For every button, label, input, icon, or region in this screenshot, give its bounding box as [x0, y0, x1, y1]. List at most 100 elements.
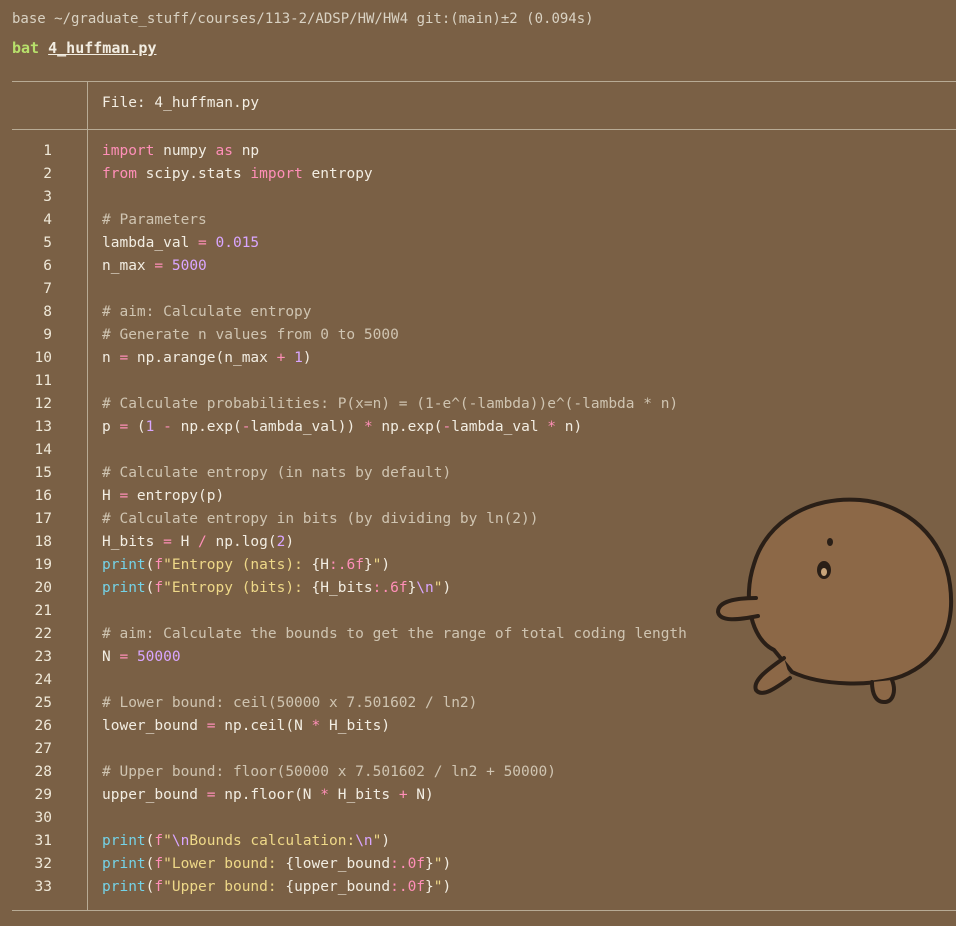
- line-number: 6: [43, 258, 52, 274]
- code-token: np.floor(N: [215, 787, 321, 803]
- code-line: 25 # Lower bound: ceil(50000 x 7.501602 /…: [0, 692, 956, 715]
- code-token: as: [215, 143, 233, 159]
- code-text: lower_bound = np.ceil(N * H_bits): [102, 715, 390, 738]
- top-border: [12, 81, 956, 82]
- code-token: lambda_val: [102, 235, 199, 251]
- code-token: lower_bound: [102, 718, 207, 734]
- code-text: # Lower bound: ceil(50000 x 7.501602 / l…: [102, 692, 477, 715]
- code-token: ): [302, 350, 312, 366]
- line-number: 33: [34, 879, 52, 895]
- code-line: 12 # Calculate probabilities: P(x=n) = (1…: [0, 393, 956, 416]
- code-token: \n: [171, 833, 190, 849]
- line-number: 16: [34, 488, 52, 504]
- code-token: *: [320, 787, 329, 803]
- code-line: 24: [0, 669, 956, 692]
- code-token: upper_bound: [102, 787, 207, 803]
- code-token: +: [398, 787, 408, 803]
- code-token: np.ceil(N: [215, 718, 312, 734]
- line-number: 3: [43, 189, 52, 205]
- code-view[interactable]: 1 import numpy as np 2 from scipy.stats imp…: [0, 140, 956, 899]
- code-token: {H_bits: [311, 580, 373, 596]
- line-number: 11: [34, 373, 52, 389]
- line-number: 8: [43, 304, 52, 320]
- code-token: scipy.stats: [136, 166, 251, 182]
- code-token: =: [206, 787, 216, 803]
- code-token: *: [547, 419, 557, 435]
- code-token: H: [171, 534, 199, 550]
- code-token: 0.015: [215, 235, 260, 251]
- code-token: *: [363, 419, 373, 435]
- code-token: -: [163, 419, 172, 435]
- code-line: 29 upper_bound = np.floor(N * H_bits + N): [0, 784, 956, 807]
- code-token: =: [154, 258, 164, 274]
- code-line: 23 N = 50000: [0, 646, 956, 669]
- code-line: 21: [0, 600, 956, 623]
- code-token: ": [163, 833, 172, 849]
- code-token: import: [250, 166, 303, 182]
- line-number: 2: [43, 166, 52, 182]
- code-text: # Parameters: [102, 209, 207, 232]
- code-text: # aim: Calculate entropy: [102, 301, 312, 324]
- shell-prompt: base ~/graduate_stuff/courses/113-2/ADSP…: [12, 11, 594, 27]
- code-line: 4 # Parameters: [0, 209, 956, 232]
- code-text: n_max = 5000: [102, 255, 207, 278]
- code-token: lambda_val)): [250, 419, 364, 435]
- code-token: n): [556, 419, 583, 435]
- line-number: 19: [34, 557, 52, 573]
- code-token: from: [102, 166, 137, 182]
- code-token: H_bits): [320, 718, 391, 734]
- code-token: H_bits: [102, 534, 164, 550]
- code-token: ): [381, 557, 391, 573]
- code-token: \n: [416, 580, 434, 596]
- code-token: p: [102, 419, 120, 435]
- code-token: =: [163, 534, 172, 550]
- code-token: # aim: Calculate the bounds to get the r…: [102, 626, 687, 642]
- code-line: 15 # Calculate entropy (in nats by defaul…: [0, 462, 956, 485]
- line-number: 20: [34, 580, 52, 596]
- code-line: 10 n = np.arange(n_max + 1): [0, 347, 956, 370]
- code-token: }: [363, 557, 373, 573]
- code-token: # Calculate entropy in bits (by dividing…: [102, 511, 539, 527]
- code-token: N: [102, 649, 120, 665]
- code-token: # Generate n values from 0 to 5000: [102, 327, 399, 343]
- code-token: H: [102, 488, 120, 504]
- code-token: :.6f: [372, 580, 408, 596]
- code-token: print: [102, 557, 146, 573]
- code-line: 2 from scipy.stats import entropy: [0, 163, 956, 186]
- code-token: # Upper bound: floor(50000 x 7.501602 / …: [102, 764, 556, 780]
- code-token: =: [119, 350, 129, 366]
- code-token: 5000: [171, 258, 207, 274]
- code-token: 50000: [136, 649, 181, 665]
- code-token: # Lower bound: ceil(50000 x 7.501602 / l…: [102, 695, 478, 711]
- code-token: lambda_val: [451, 419, 548, 435]
- code-token: \n: [355, 833, 373, 849]
- code-text: # Calculate entropy (in nats by default): [102, 462, 451, 485]
- code-token: np.log(: [206, 534, 277, 550]
- line-number: 26: [34, 718, 52, 734]
- line-number: 28: [34, 764, 52, 780]
- command-argument-filename[interactable]: 4_huffman.py: [48, 39, 156, 57]
- code-text: # aim: Calculate the bounds to get the r…: [102, 623, 687, 646]
- code-token: "Lower bound:: [163, 856, 286, 872]
- code-line: 28 # Upper bound: floor(50000 x 7.501602 …: [0, 761, 956, 784]
- code-text: n = np.arange(n_max + 1): [102, 347, 312, 370]
- code-token: :.0f: [390, 879, 426, 895]
- code-token: :.6f: [329, 557, 364, 573]
- code-token: }: [407, 580, 417, 596]
- code-token: # Parameters: [102, 212, 207, 228]
- line-number: 9: [43, 327, 52, 343]
- code-text: print(f"Lower bound: {lower_bound:.0f}"): [102, 853, 451, 876]
- code-token: -: [442, 419, 452, 435]
- code-token: print: [102, 856, 146, 872]
- header-divider: [12, 129, 956, 130]
- line-number: 4: [43, 212, 52, 228]
- code-token: n_max: [102, 258, 155, 274]
- line-number: 14: [34, 442, 52, 458]
- code-token: # Calculate entropy (in nats by default): [102, 465, 452, 481]
- code-token: ): [285, 534, 295, 550]
- code-token: N): [407, 787, 434, 803]
